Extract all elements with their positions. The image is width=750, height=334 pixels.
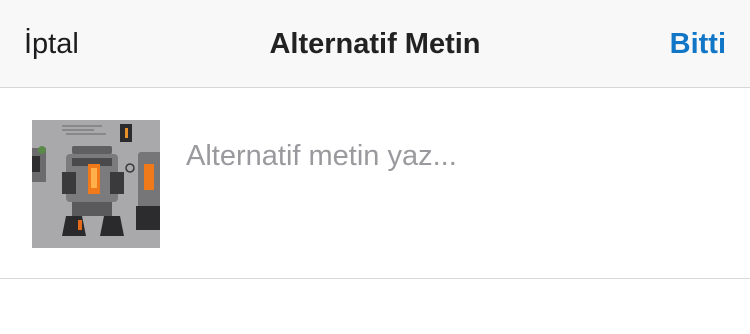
image-thumbnail bbox=[32, 120, 160, 248]
alt-text-input[interactable] bbox=[186, 130, 726, 182]
navigation-bar: İptal Alternatif Metin Bitti bbox=[0, 0, 750, 88]
done-button[interactable]: Bitti bbox=[670, 0, 726, 88]
page-title: Alternatif Metin bbox=[269, 28, 481, 60]
robot-concept-art-image bbox=[32, 120, 160, 248]
cancel-button[interactable]: İptal bbox=[24, 0, 79, 88]
alt-text-editor-row bbox=[0, 88, 750, 279]
